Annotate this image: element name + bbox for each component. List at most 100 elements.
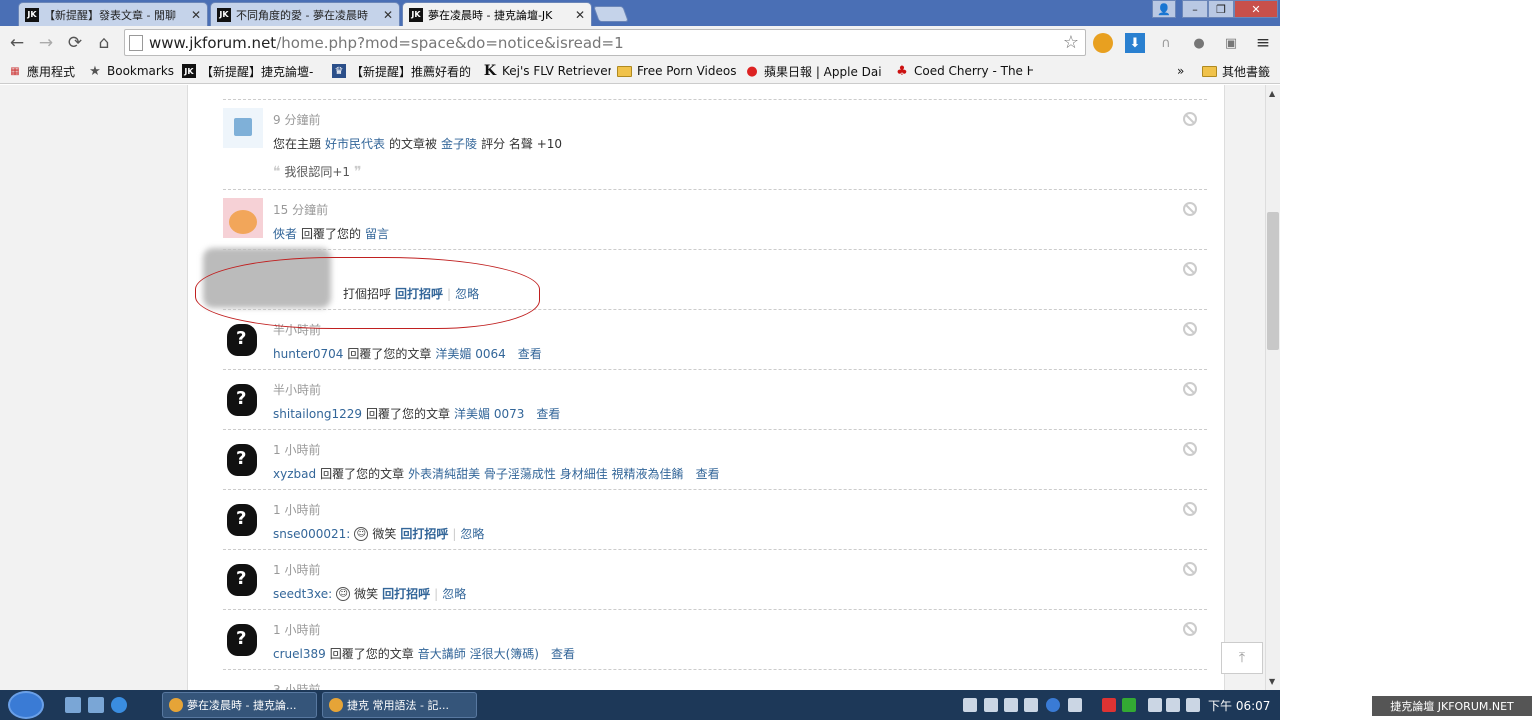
- show-desktop-icon[interactable]: [65, 697, 81, 713]
- tray-icon[interactable]: [1068, 698, 1082, 712]
- greet-back-link[interactable]: 回打招呼: [382, 585, 430, 602]
- new-tab-button[interactable]: [593, 6, 629, 22]
- taskbar-clock[interactable]: 下午 06:07: [1208, 697, 1270, 714]
- taskbar-chrome-window[interactable]: 夢在凌晨時 - 捷克論...: [162, 692, 317, 718]
- avatar[interactable]: [223, 500, 263, 540]
- security-icon[interactable]: [1102, 698, 1116, 712]
- ignore-icon[interactable]: [1183, 322, 1197, 336]
- menu-icon[interactable]: ≡: [1253, 33, 1273, 53]
- back-arrow-icon[interactable]: ←: [6, 32, 28, 54]
- reload-icon[interactable]: ⟳: [64, 32, 86, 54]
- ignore-icon[interactable]: [1183, 382, 1197, 396]
- notice-time: 3 小時前: [273, 683, 321, 690]
- start-button[interactable]: [8, 691, 44, 719]
- user-link[interactable]: snse000021:: [273, 527, 350, 541]
- view-link[interactable]: 查看: [518, 345, 542, 362]
- bookmark-folder-videos[interactable]: Free Porn Videos: [617, 62, 737, 80]
- headphones-icon[interactable]: ∩: [1156, 33, 1176, 53]
- ignore-link[interactable]: 忽略: [442, 585, 466, 602]
- user-link[interactable]: xyzbad: [273, 467, 316, 481]
- user-link[interactable]: seedt3xe:: [273, 587, 332, 601]
- forward-arrow-icon[interactable]: →: [35, 32, 57, 54]
- notice-message: snse000021: ☺ 微笑 回打招呼 | 忽略: [273, 525, 484, 542]
- more-bookmarks-chevron-icon[interactable]: »: [1177, 62, 1191, 80]
- close-tab-icon[interactable]: ✕: [191, 8, 201, 22]
- thread-link[interactable]: 洋美媚 0073: [454, 405, 524, 422]
- ignore-icon[interactable]: [1183, 112, 1197, 126]
- bookmark-other[interactable]: 其他書籤: [1202, 62, 1276, 80]
- extension-orange-icon[interactable]: [1093, 33, 1113, 53]
- avatar[interactable]: [223, 320, 263, 360]
- avatar[interactable]: [223, 560, 263, 600]
- ignore-icon[interactable]: [1183, 262, 1197, 276]
- vertical-scrollbar[interactable]: ▲ ▼: [1265, 85, 1280, 690]
- tray-icon[interactable]: [1024, 698, 1038, 712]
- thread-link[interactable]: 音大講師 淫很大(簿碼): [418, 645, 539, 662]
- notice-time: 15 分鐘前: [273, 203, 329, 217]
- ignore-icon[interactable]: [1183, 442, 1197, 456]
- bookmark-recommend[interactable]: ♛ 【新提醒】推薦好看的: [332, 62, 472, 80]
- user-icon[interactable]: 👤: [1152, 0, 1176, 18]
- user-link[interactable]: 俠者: [273, 225, 297, 242]
- tab-new-reminder[interactable]: JK 【新提醒】發表文章 - 閒聊 ✕: [18, 2, 208, 26]
- bookmark-star-icon[interactable]: ☆: [1063, 32, 1079, 53]
- volume-icon[interactable]: [1186, 698, 1200, 712]
- bookmark-jk-reminder[interactable]: JK 【新提醒】捷克論壇-: [182, 62, 324, 80]
- taskbar-notepad-window[interactable]: 捷克 常用語法 - 記...: [322, 692, 477, 718]
- network-icon[interactable]: [1122, 698, 1136, 712]
- close-tab-icon[interactable]: ✕: [575, 8, 585, 22]
- scroll-up-arrow-icon[interactable]: ▲: [1269, 89, 1275, 98]
- user-link[interactable]: shitailong1229: [273, 407, 362, 421]
- tray-icon[interactable]: [1166, 698, 1180, 712]
- help-icon[interactable]: [1046, 698, 1060, 712]
- tray-input-icon[interactable]: [984, 698, 998, 712]
- ignore-icon[interactable]: [1183, 502, 1197, 516]
- avatar[interactable]: [223, 440, 263, 480]
- ignore-icon[interactable]: [1183, 562, 1197, 576]
- bookmark-apple-daily[interactable]: ● 蘋果日報 | Apple Dai: [745, 62, 883, 80]
- tab-different-angle[interactable]: JK 不同角度的愛 - 夢在凌晨時 ✕: [210, 2, 400, 26]
- notice-text: 微笑: [354, 587, 379, 601]
- notice-text: 您在主題: [273, 137, 322, 151]
- user-link[interactable]: 金子陵: [441, 135, 477, 152]
- ignore-link[interactable]: 忽略: [460, 525, 484, 542]
- tab-active[interactable]: JK 夢在凌晨時 - 捷克論壇-JK ✕: [402, 2, 592, 26]
- view-link[interactable]: 查看: [536, 405, 560, 422]
- scroll-down-arrow-icon[interactable]: ▼: [1269, 677, 1275, 686]
- maximize-button[interactable]: ❐: [1208, 0, 1234, 18]
- scrollbar-thumb[interactable]: [1267, 212, 1279, 350]
- greet-back-link[interactable]: 回打招呼: [400, 525, 448, 542]
- bookmark-bookmarks[interactable]: ★ Bookmarks: [88, 62, 176, 80]
- screen-icon[interactable]: ▣: [1221, 33, 1241, 53]
- minimize-button[interactable]: –: [1182, 0, 1208, 18]
- user-link[interactable]: cruel389: [273, 647, 326, 661]
- bookmark-flv-retriever[interactable]: K Kej's FLV Retriever: [483, 62, 611, 80]
- avatar[interactable]: [223, 380, 263, 420]
- avatar[interactable]: [223, 620, 263, 660]
- back-to-top-button[interactable]: ⤒: [1221, 642, 1263, 674]
- view-link[interactable]: 查看: [551, 645, 575, 662]
- home-icon[interactable]: ⌂: [93, 32, 115, 54]
- close-window-button[interactable]: ✕: [1234, 0, 1278, 18]
- thread-link[interactable]: 外表清純甜美 骨子淫蕩成性 身材細佳 視精液為佳餚: [408, 465, 683, 482]
- tray-icon[interactable]: [1148, 698, 1162, 712]
- ignore-icon[interactable]: [1183, 202, 1197, 216]
- close-tab-icon[interactable]: ✕: [383, 8, 393, 22]
- bookmark-coed-cherry[interactable]: ♣ Coed Cherry - The H: [895, 62, 1033, 80]
- url-host: www.jkforum.net: [149, 33, 277, 52]
- thread-link[interactable]: 好市民代表: [325, 135, 385, 152]
- ignore-icon[interactable]: [1183, 622, 1197, 636]
- comment-link[interactable]: 留言: [365, 225, 389, 242]
- thread-link[interactable]: 洋美媚 0064: [435, 345, 505, 362]
- extension-gray-icon[interactable]: ●: [1189, 33, 1209, 53]
- switch-windows-icon[interactable]: [88, 697, 104, 713]
- bookmark-apps[interactable]: ▦ 應用程式: [8, 62, 80, 80]
- tray-icon[interactable]: [1004, 698, 1018, 712]
- view-link[interactable]: 查看: [696, 465, 720, 482]
- address-bar[interactable]: www.jkforum.net/home.php?mod=space&do=no…: [124, 29, 1086, 56]
- tray-icon[interactable]: [963, 698, 977, 712]
- ie-icon[interactable]: [111, 697, 127, 713]
- user-link[interactable]: hunter0704: [273, 347, 343, 361]
- download-icon[interactable]: ⬇: [1125, 33, 1145, 53]
- avatar[interactable]: [223, 198, 263, 238]
